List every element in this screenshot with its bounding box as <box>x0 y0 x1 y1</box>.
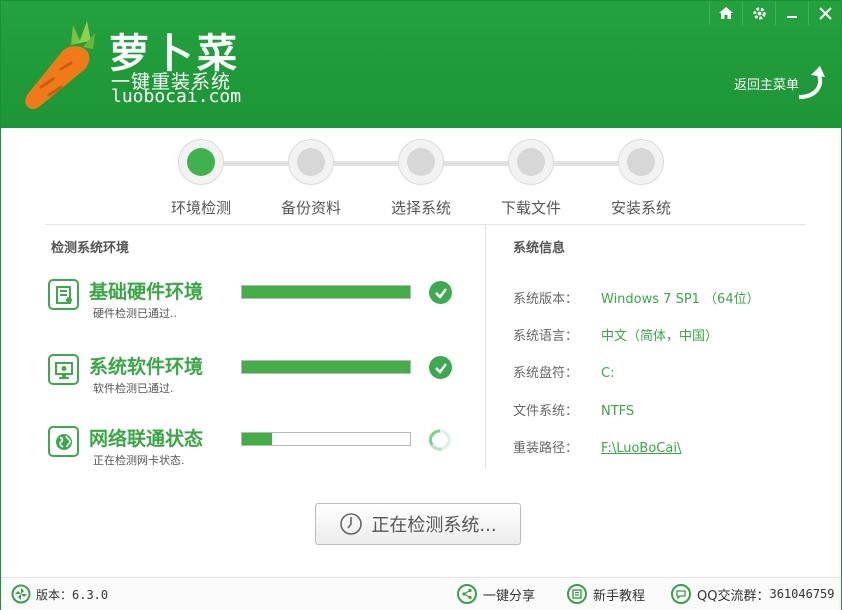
detect-system-button[interactable]: 正在检测系统... <box>315 503 521 545</box>
info-value: 中文（简体，中国） <box>601 329 719 344</box>
step-label: 选择系统 <box>390 199 451 217</box>
check-item-software: 系统软件环境 软件检测已通过. <box>48 352 458 412</box>
step-select-system: 选择系统 <box>361 139 481 218</box>
monitor-icon <box>48 354 79 385</box>
footer: 版本：6.3.0 一键分享 新手教程 QQ交流群： 361046759 <box>1 577 841 610</box>
back-main-label: 返回主菜单 <box>733 77 799 93</box>
globe-icon <box>48 426 79 457</box>
progress-bar <box>241 432 411 446</box>
detect-section-title: 检测系统环境 <box>51 241 130 256</box>
step-label: 备份资料 <box>280 199 341 217</box>
check-title: 网络联通状态 <box>89 428 204 450</box>
progress-bar <box>241 360 411 374</box>
check-status-text: 正在检测网卡状态. <box>93 454 185 467</box>
header: 萝卜菜 一键重装系统 luobocai.com 返回主菜单 <box>1 1 841 128</box>
app-window: 萝卜菜 一键重装系统 luobocai.com 返回主菜单 环境检测 备份资料 … <box>0 0 842 610</box>
tutorial-button[interactable]: 新手教程 <box>567 584 645 604</box>
minimize-icon[interactable] <box>775 1 808 25</box>
carrot-logo-icon <box>25 21 95 109</box>
info-label: 系统盘符： <box>513 366 579 381</box>
tutorial-label: 新手教程 <box>593 588 646 604</box>
step-indicator <box>618 139 664 185</box>
gear-icon[interactable] <box>742 1 775 25</box>
detect-button-label: 正在检测系统... <box>371 515 497 536</box>
chat-icon <box>671 584 691 604</box>
pinwheel-icon <box>11 584 31 604</box>
step-label: 下载文件 <box>500 199 561 217</box>
clock-icon <box>340 513 363 535</box>
share-icon <box>457 584 477 604</box>
step-indicator <box>508 139 554 185</box>
check-title: 系统软件环境 <box>89 356 204 378</box>
step-backup: 备份资料 <box>251 139 371 218</box>
info-value: C: <box>601 366 615 381</box>
home-icon[interactable] <box>709 1 742 25</box>
info-label: 重装路径： <box>513 441 579 456</box>
progress-bar <box>241 285 411 299</box>
hardware-icon <box>48 279 79 310</box>
sysinfo-section-title: 系统信息 <box>513 241 566 256</box>
info-value: Windows 7 SP1 （64位） <box>601 292 760 307</box>
check-done-icon <box>429 356 452 379</box>
progress-fill <box>242 286 410 298</box>
back-main-button[interactable]: 返回主菜单 <box>734 63 827 103</box>
step-env-check: 环境检测 <box>141 139 261 218</box>
info-label: 系统版本： <box>513 292 579 307</box>
step-label: 安装系统 <box>610 199 671 217</box>
info-row-language: 系统语言： 中文（简体，中国） <box>513 325 718 344</box>
info-label: 文件系统： <box>513 404 579 419</box>
loading-spinner-icon <box>428 429 451 451</box>
step-label: 环境检测 <box>170 199 231 217</box>
install-path-link[interactable]: F:\LuoBoCai\ <box>601 441 681 456</box>
divider <box>45 224 806 225</box>
check-status-text: 硬件检测已通过.. <box>93 307 177 320</box>
check-item-network: 网络联通状态 正在检测网卡状态. <box>48 424 458 484</box>
qq-group[interactable]: QQ交流群： 361046759 <box>671 584 835 604</box>
brand-domain: luobocai.com <box>111 86 242 107</box>
check-title: 基础硬件环境 <box>89 281 204 303</box>
qq-number: 361046759 <box>769 587 835 601</box>
divider <box>485 225 486 469</box>
window-controls <box>709 1 841 25</box>
step-indicator <box>288 139 334 185</box>
book-icon <box>567 584 587 604</box>
close-icon[interactable] <box>808 1 841 25</box>
info-row-filesystem: 文件系统： NTFS <box>513 400 634 419</box>
info-value: NTFS <box>601 404 635 419</box>
info-row-drive: 系统盘符： C: <box>513 362 614 381</box>
info-row-version: 系统版本： Windows 7 SP1 （64位） <box>513 288 760 307</box>
share-button[interactable]: 一键分享 <box>457 584 535 604</box>
qq-label: QQ交流群： <box>697 588 770 604</box>
info-label: 系统语言： <box>513 329 579 344</box>
step-download: 下载文件 <box>471 139 591 218</box>
progress-fill <box>242 361 410 373</box>
version-info: 版本：6.3.0 <box>11 584 108 604</box>
check-status-text: 软件检测已通过. <box>93 382 174 395</box>
progress-fill <box>242 433 273 445</box>
step-indicator <box>398 139 444 185</box>
return-arrow-icon <box>798 66 825 99</box>
check-done-icon <box>429 281 452 304</box>
version-text: 版本：6.3.0 <box>36 587 109 602</box>
share-label: 一键分享 <box>483 588 536 604</box>
check-item-hardware: 基础硬件环境 硬件检测已通过.. <box>48 277 458 337</box>
step-indicator <box>178 139 224 185</box>
info-row-install-path: 重装路径： F:\LuoBoCai\ <box>513 437 681 456</box>
step-install: 安装系统 <box>581 139 701 218</box>
